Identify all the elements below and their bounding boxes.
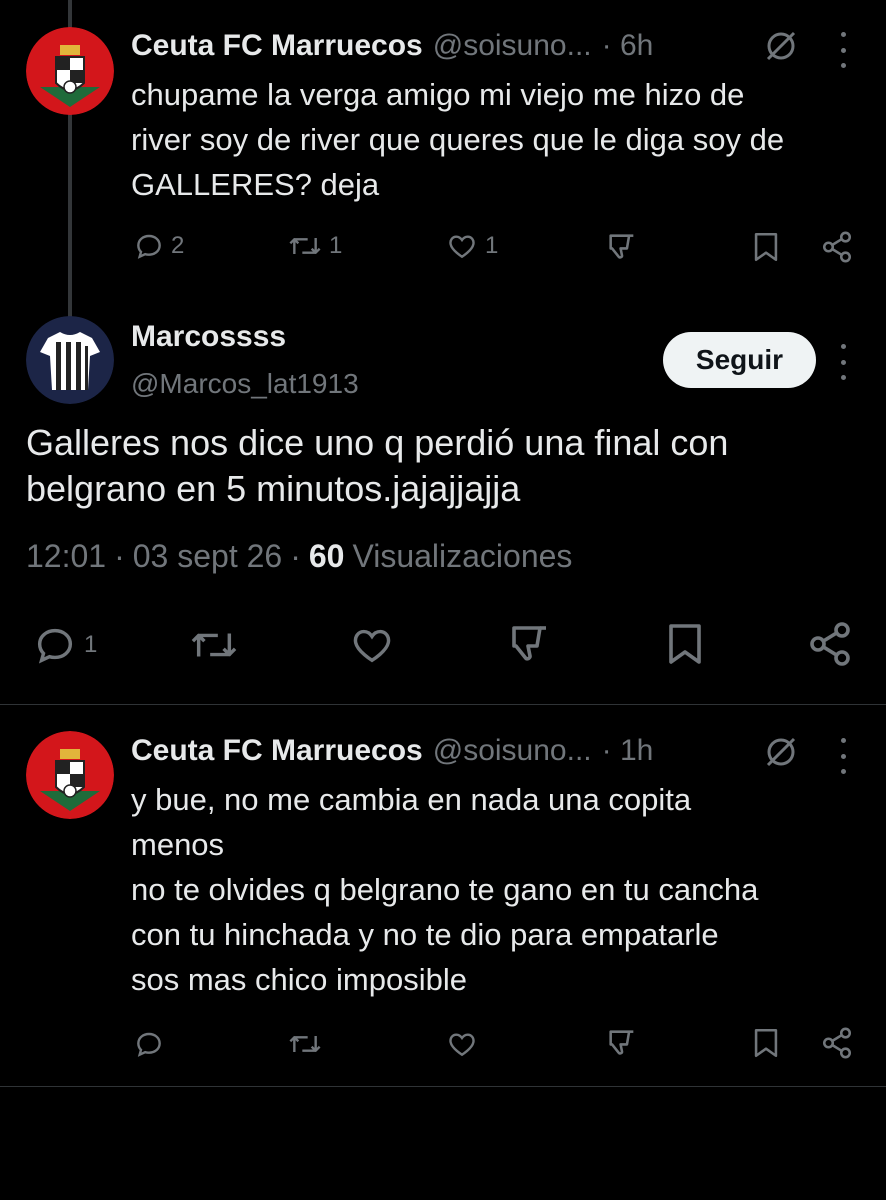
like-icon — [353, 629, 391, 663]
grok-icon[interactable] — [763, 28, 799, 69]
reply-icon — [137, 1032, 161, 1057]
bookmark-button[interactable] — [751, 1026, 781, 1060]
timestamp[interactable]: · 1h — [602, 734, 654, 768]
bookmark-button[interactable] — [664, 620, 706, 668]
tweet-date[interactable]: 03 sept 26 — [133, 538, 282, 575]
tweet-text: Galleres nos dice uno q perdió una final… — [26, 422, 729, 509]
bookmark-icon — [669, 624, 701, 664]
reply-button[interactable]: 2 — [133, 230, 184, 262]
crest-avatar-image — [26, 731, 114, 819]
views-count: 60 — [308, 538, 345, 574]
retweet-button[interactable]: 1 — [287, 230, 342, 262]
share-button[interactable] — [820, 230, 854, 264]
reply-icon — [137, 234, 161, 259]
more-icon[interactable] — [837, 32, 849, 68]
bookmark-icon — [754, 1028, 778, 1058]
bookmark-button[interactable] — [751, 230, 781, 264]
tweet-time[interactable]: 12:01 — [26, 538, 106, 575]
avatar[interactable] — [26, 731, 114, 819]
author-name[interactable]: Ceuta FC Marruecos — [131, 734, 423, 768]
separator-dot: · — [114, 538, 125, 574]
share-button[interactable] — [820, 1026, 854, 1060]
retweet-icon — [289, 1036, 321, 1052]
dislike-button[interactable] — [605, 1026, 639, 1060]
tweet-text: y bue, no me cambia en nada una copita m… — [131, 782, 759, 997]
crest-avatar-image — [26, 27, 114, 115]
reply-count: 2 — [171, 232, 185, 259]
author-name[interactable]: Marcossss — [131, 320, 286, 354]
separator-dot: · — [290, 538, 301, 574]
tweet-header: Ceuta FC Marruecos @soisuno... · 6h — [131, 29, 653, 63]
dislike-button[interactable] — [506, 620, 554, 668]
tweet-header: Ceuta FC Marruecos @soisuno... · 1h — [131, 734, 653, 768]
avatar[interactable] — [26, 316, 114, 404]
like-button[interactable]: 1 — [445, 230, 498, 262]
like-icon — [449, 1033, 475, 1057]
dislike-icon — [609, 234, 634, 259]
author-name[interactable]: Ceuta FC Marruecos — [131, 29, 423, 63]
author-handle[interactable]: @Marcos_lat1913 — [131, 368, 359, 400]
tweet-metadata: 12:01 · 03 sept 26 · 60 Visualizaciones — [26, 538, 572, 575]
like-icon — [449, 235, 475, 259]
share-icon — [822, 1027, 852, 1059]
divider — [0, 704, 886, 705]
dislike-button[interactable] — [605, 230, 639, 264]
retweet-button[interactable] — [188, 622, 240, 668]
grok-icon[interactable] — [763, 734, 799, 775]
like-count: 1 — [485, 232, 499, 259]
jersey-avatar-image — [26, 316, 114, 404]
reply-count: 1 — [84, 631, 98, 658]
retweet-icon — [191, 633, 237, 657]
dislike-icon — [512, 626, 546, 661]
more-icon[interactable] — [837, 344, 849, 380]
author-handle[interactable]: @soisuno... — [433, 734, 592, 768]
bookmark-icon — [754, 232, 778, 262]
dislike-icon — [609, 1030, 634, 1055]
retweet-button[interactable] — [287, 1028, 323, 1060]
timestamp[interactable]: · 6h — [602, 29, 654, 63]
reply-icon — [37, 628, 73, 664]
like-button[interactable] — [445, 1028, 479, 1060]
share-icon — [810, 622, 850, 666]
divider — [0, 1086, 886, 1087]
more-icon[interactable] — [837, 738, 849, 774]
reply-button[interactable] — [133, 1028, 165, 1060]
follow-button[interactable]: Seguir — [663, 332, 816, 388]
share-button[interactable] — [806, 620, 854, 668]
tweet-text: chupame la verga amigo mi viejo me hizo … — [131, 77, 785, 202]
like-button[interactable] — [348, 622, 396, 668]
author-handle[interactable]: @soisuno... — [433, 29, 592, 63]
retweet-icon — [289, 238, 321, 254]
reply-button[interactable]: 1 — [32, 622, 97, 668]
retweet-count: 1 — [329, 232, 343, 259]
share-icon — [822, 231, 852, 263]
views-label[interactable]: Visualizaciones — [352, 538, 572, 575]
avatar[interactable] — [26, 27, 114, 115]
